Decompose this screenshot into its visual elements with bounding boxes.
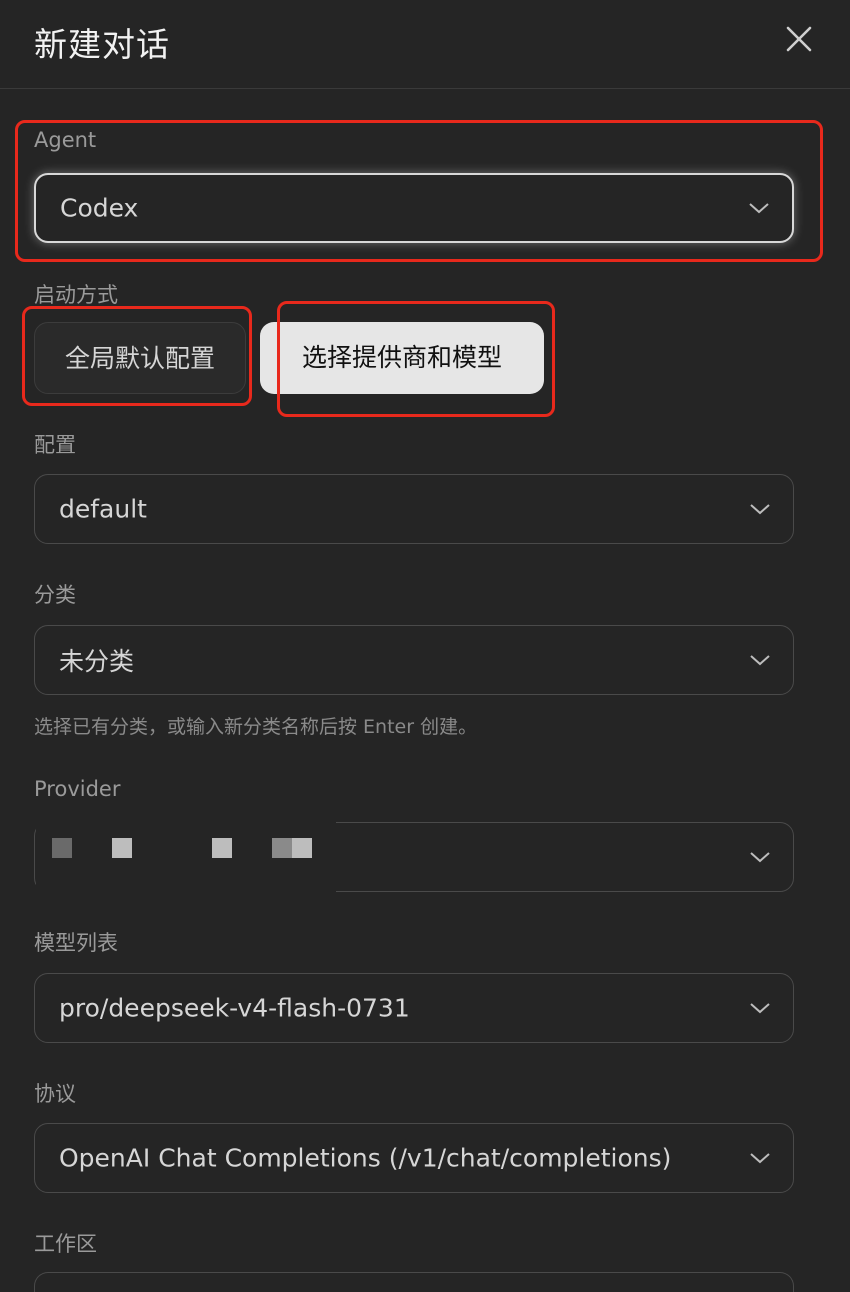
protocol-select-value: OpenAI Chat Completions (/v1/chat/comple… xyxy=(59,1143,672,1173)
config-select-value: default xyxy=(59,494,147,524)
redaction-block xyxy=(272,838,292,858)
dialog-header: 新建对话 xyxy=(0,0,850,89)
model-list-select[interactable]: pro/deepseek-v4-flash-0731 xyxy=(34,973,794,1043)
redaction-block xyxy=(292,838,312,858)
agent-label: Agent xyxy=(34,128,97,152)
config-select[interactable]: default xyxy=(34,474,794,544)
redaction-block xyxy=(112,838,132,858)
chevron-down-icon xyxy=(749,1001,771,1015)
model-list-select-value: pro/deepseek-v4-flash-0731 xyxy=(59,993,410,1023)
redaction-block xyxy=(212,838,232,858)
launch-mode-provider-button[interactable]: 选择提供商和模型 xyxy=(260,322,544,394)
agent-select-value: Codex xyxy=(60,193,139,223)
close-icon xyxy=(786,26,812,52)
redaction-block xyxy=(52,838,72,858)
model-list-label: 模型列表 xyxy=(34,931,118,955)
config-label: 配置 xyxy=(34,433,76,457)
launch-mode-label: 启动方式 xyxy=(34,283,118,307)
launch-mode-default-button[interactable]: 全局默认配置 xyxy=(34,322,246,394)
category-hint: 选择已有分类，或输入新分类名称后按 Enter 创建。 xyxy=(34,716,478,738)
chevron-down-icon xyxy=(749,850,771,864)
category-select-value: 未分类 xyxy=(59,647,135,676)
chevron-down-icon xyxy=(749,502,771,516)
category-label: 分类 xyxy=(34,583,76,607)
agent-select[interactable]: Codex xyxy=(34,173,794,243)
close-button[interactable] xyxy=(778,18,820,60)
workspace-label: 工作区 xyxy=(34,1232,97,1256)
chevron-down-icon xyxy=(749,653,771,667)
workspace-select[interactable] xyxy=(34,1272,794,1292)
protocol-select[interactable]: OpenAI Chat Completions (/v1/chat/comple… xyxy=(34,1123,794,1193)
chevron-down-icon xyxy=(748,201,770,215)
protocol-label: 协议 xyxy=(34,1082,76,1106)
chevron-down-icon xyxy=(749,1151,771,1165)
provider-label: Provider xyxy=(34,777,121,801)
category-select[interactable]: 未分类 xyxy=(34,625,794,695)
dialog-title: 新建对话 xyxy=(34,25,170,64)
